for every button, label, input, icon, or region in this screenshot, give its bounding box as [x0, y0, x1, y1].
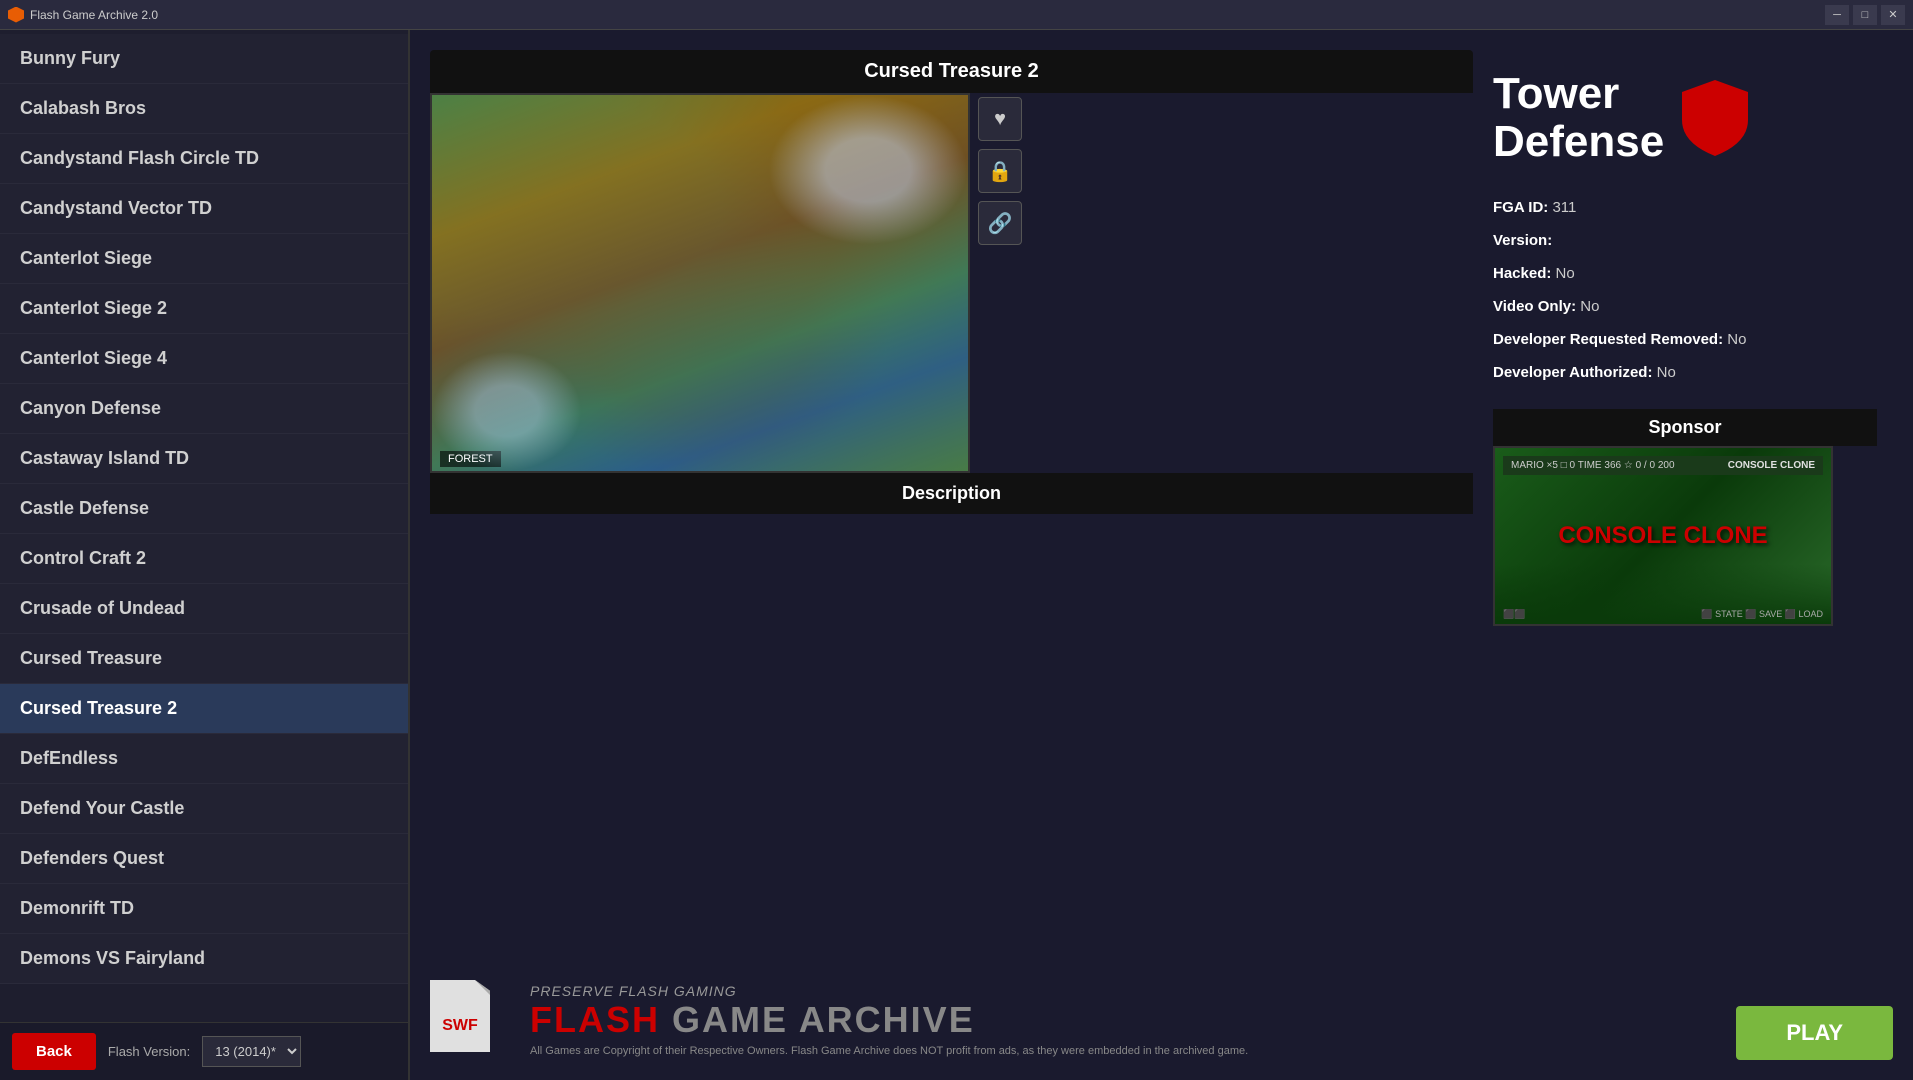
archive-tagline: All Games are Copyright of their Respect…	[530, 1045, 1473, 1057]
sponsor-section: Sponsor MARIO ×5 □ 0 TIME 366 ☆ 0 / 0 20…	[1493, 409, 1877, 626]
back-button[interactable]: Back	[12, 1033, 96, 1070]
game-list: Bunny FuryCalabash BrosCandystand Flash …	[0, 30, 408, 1022]
sponsor-hud-score: MARIO ×5 □ 0 TIME 366 ☆ 0 / 0 200	[1511, 460, 1675, 471]
shield-icon	[1680, 78, 1750, 158]
sidebar-item-crusade-undead[interactable]: Crusade of Undead	[0, 584, 408, 634]
bottom-banner: SWF PRESERVE FLASH GAMING FLASH GAME ARC…	[430, 980, 1473, 1060]
video-only-val: No	[1580, 298, 1599, 315]
swf-logo: SWF	[430, 980, 510, 1060]
favorite-button[interactable]: ♥	[978, 97, 1022, 141]
game-actions: ♥ 🔒 🔗	[978, 93, 1022, 473]
hacked-val: No	[1556, 265, 1575, 282]
sidebar-item-candystand-circle[interactable]: Candystand Flash Circle TD	[0, 134, 408, 184]
sidebar-footer: Back Flash Version: 10 (2010)*11 (2011)*…	[0, 1022, 408, 1080]
sidebar-item-calabash-bros[interactable]: Calabash Bros	[0, 84, 408, 134]
sidebar-item-canterlot-siege-4[interactable]: Canterlot Siege 4	[0, 334, 408, 384]
video-only-label: Video Only:	[1493, 298, 1576, 315]
fga-id-row: FGA ID: 311	[1493, 191, 1877, 224]
genre-header: TowerDefense	[1493, 70, 1877, 167]
minimize-button[interactable]: ─	[1825, 5, 1849, 25]
genre-title: TowerDefense	[1493, 70, 1664, 167]
close-button[interactable]: ✕	[1881, 5, 1905, 25]
dev-removed-label: Developer Requested Removed:	[1493, 331, 1723, 348]
sidebar: Bunny FuryCalabash BrosCandystand Flash …	[0, 30, 410, 1080]
fga-id-num: 311	[1552, 199, 1576, 216]
swf-logo-bg: SWF	[430, 980, 490, 1052]
hacked-label: Hacked:	[1493, 265, 1551, 282]
app-title: Flash Game Archive 2.0	[30, 8, 158, 22]
sidebar-item-cursed-treasure-2[interactable]: Cursed Treasure 2	[0, 684, 408, 734]
play-button[interactable]: PLAY	[1736, 1006, 1893, 1060]
swf-label: SWF	[442, 1017, 478, 1035]
sidebar-item-demonrift-td[interactable]: Demonrift TD	[0, 884, 408, 934]
dev-removed-val: No	[1727, 331, 1746, 348]
dev-auth-val: No	[1657, 364, 1676, 381]
sidebar-item-canterlot-siege[interactable]: Canterlot Siege	[0, 234, 408, 284]
dev-removed-row: Developer Requested Removed: No	[1493, 323, 1877, 356]
sponsor-right-controls: ⬛ STATE ⬛ SAVE ⬛ LOAD	[1701, 609, 1823, 620]
version-label: Version:	[1493, 232, 1552, 249]
app-body: Bunny FuryCalabash BrosCandystand Flash …	[0, 30, 1913, 1080]
title-bar: Flash Game Archive 2.0 ─ □ ✕	[0, 0, 1913, 30]
description-bar: Description	[430, 473, 1473, 514]
link-button[interactable]: 🔗	[978, 201, 1022, 245]
archive-name: FLASH GAME ARCHIVE	[530, 999, 1473, 1041]
dev-auth-row: Developer Authorized: No	[1493, 356, 1877, 389]
sidebar-item-defendless[interactable]: DefEndless	[0, 734, 408, 784]
sidebar-item-demons-vs-fairyland[interactable]: Demons VS Fairyland	[0, 934, 408, 984]
archive-label: ARCHIVE	[799, 999, 975, 1040]
sidebar-item-defend-castle[interactable]: Defend Your Castle	[0, 784, 408, 834]
right-panel: TowerDefense FGA ID: 311 Version:	[1493, 50, 1893, 1060]
title-bar-left: Flash Game Archive 2.0	[8, 7, 158, 23]
sidebar-item-cursed-treasure[interactable]: Cursed Treasure	[0, 634, 408, 684]
game-screenshot-wrapper: FOREST ♥ 🔒 🔗	[430, 93, 1473, 473]
sponsor-controls: ⬛⬛	[1503, 609, 1525, 620]
preserve-label: PRESERVE FLASH GAMING	[530, 983, 1473, 999]
sponsor-image[interactable]: MARIO ×5 □ 0 TIME 366 ☆ 0 / 0 200 CONSOL…	[1493, 446, 1833, 626]
title-bar-controls[interactable]: ─ □ ✕	[1825, 5, 1905, 25]
sponsor-title: Sponsor	[1493, 409, 1877, 446]
sidebar-item-candystand-vector[interactable]: Candystand Vector TD	[0, 184, 408, 234]
app-icon	[8, 7, 24, 23]
meta-info: FGA ID: 311 Version: Hacked: No Video On…	[1493, 191, 1877, 389]
dev-auth-label: Developer Authorized:	[1493, 364, 1652, 381]
sidebar-item-castaway-island[interactable]: Castaway Island TD	[0, 434, 408, 484]
sponsor-bottom-bar: ⬛⬛ ⬛ STATE ⬛ SAVE ⬛ LOAD	[1495, 564, 1831, 624]
sidebar-item-castle-defense[interactable]: Castle Defense	[0, 484, 408, 534]
hacked-row: Hacked: No	[1493, 257, 1877, 290]
sidebar-item-canterlot-siege-2[interactable]: Canterlot Siege 2	[0, 284, 408, 334]
sidebar-item-defenders-quest[interactable]: Defenders Quest	[0, 834, 408, 884]
game-area: Cursed Treasure 2 FOREST ♥ 🔒	[430, 50, 1473, 956]
sponsor-brand: CONSOLE CLONE	[1558, 522, 1767, 550]
flash-version-label: Flash Version:	[108, 1044, 190, 1059]
flash-text: FLASH	[530, 999, 660, 1040]
swf-corner	[475, 980, 490, 995]
sidebar-item-control-craft-2[interactable]: Control Craft 2	[0, 534, 408, 584]
game-screenshot: FOREST	[430, 93, 970, 473]
version-row: Version:	[1493, 224, 1877, 257]
game-title: Cursed Treasure 2	[430, 50, 1473, 93]
archive-text: PRESERVE FLASH GAMING FLASH GAME ARCHIVE…	[530, 983, 1473, 1057]
lock-button[interactable]: 🔒	[978, 149, 1022, 193]
sidebar-item-canyon-defense[interactable]: Canyon Defense	[0, 384, 408, 434]
game-text: GAME	[672, 999, 788, 1040]
fga-id-label: FGA ID:	[1493, 199, 1548, 216]
restore-button[interactable]: □	[1853, 5, 1877, 25]
sidebar-item-bunny-fury[interactable]: Bunny Fury	[0, 34, 408, 84]
flash-version-select[interactable]: 10 (2010)*11 (2011)*12 (2012)*13 (2014)*…	[202, 1036, 301, 1067]
video-only-row: Video Only: No	[1493, 290, 1877, 323]
sponsor-logo-small: CONSOLE CLONE	[1728, 460, 1815, 471]
